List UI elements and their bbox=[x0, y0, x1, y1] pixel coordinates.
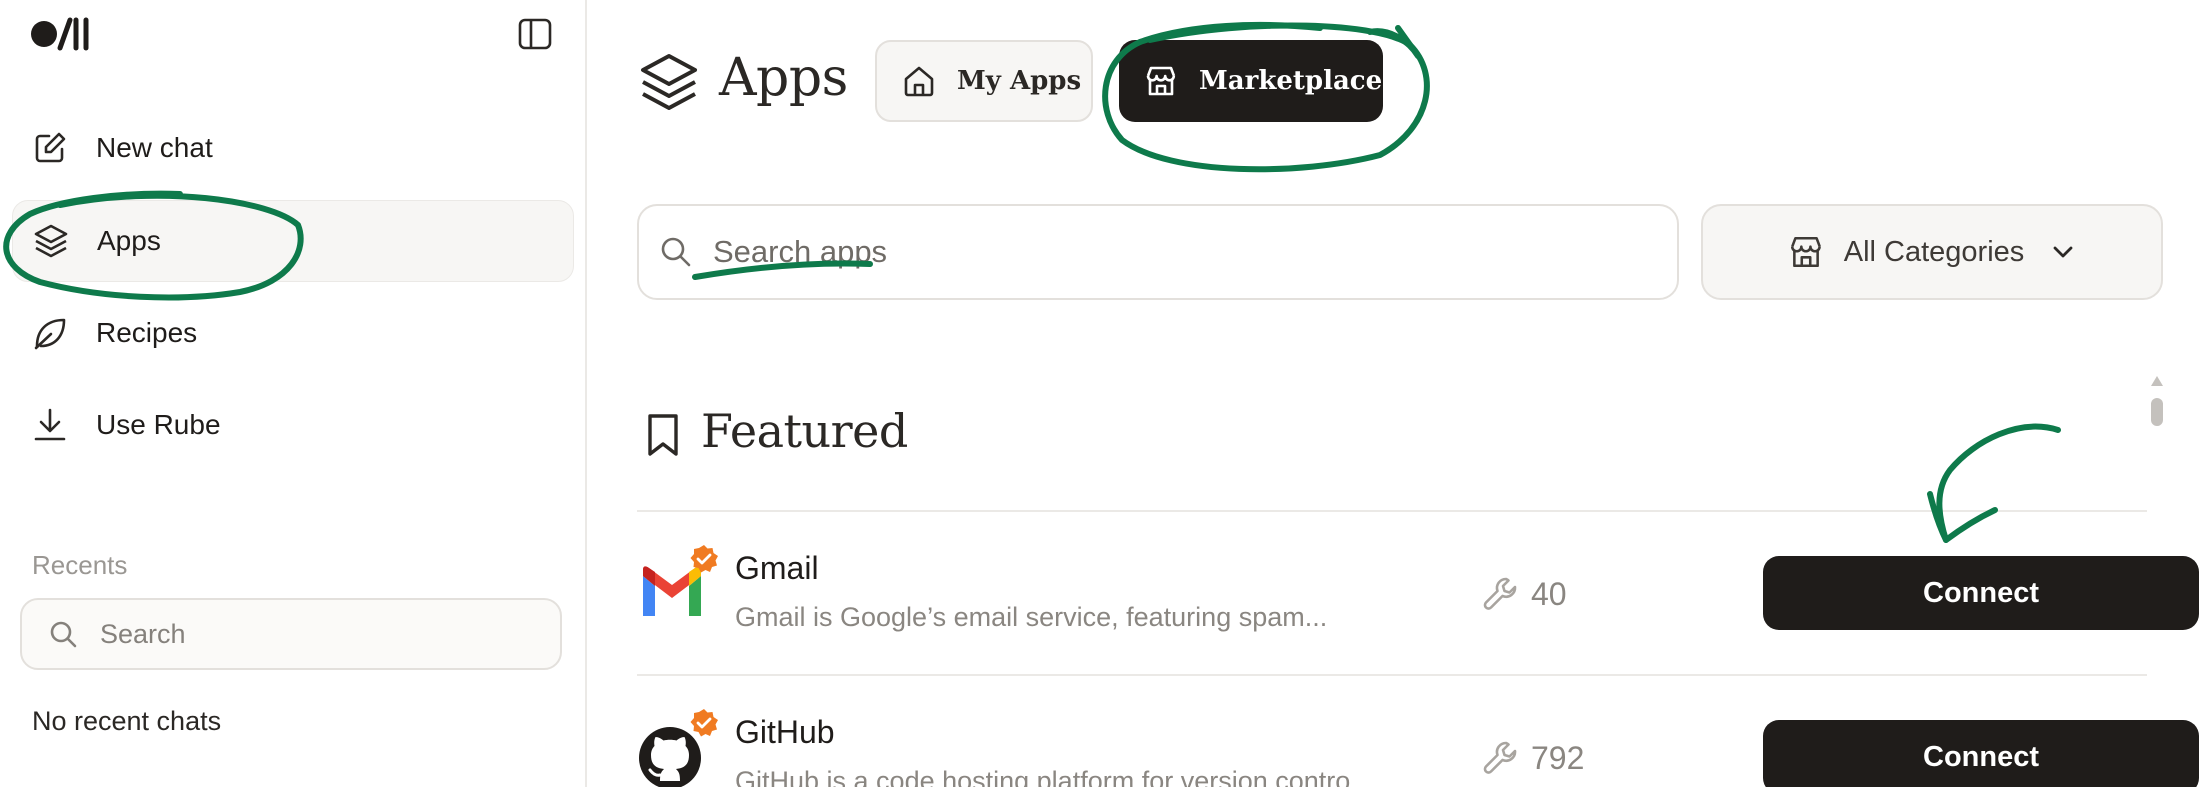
divider bbox=[637, 674, 2147, 676]
app-name: GitHub bbox=[735, 714, 835, 750]
tool-count: 40 bbox=[1481, 574, 1567, 614]
wrench-icon bbox=[1481, 738, 1521, 778]
page-title: Apps bbox=[719, 48, 848, 108]
connect-button[interactable]: Connect bbox=[1763, 556, 2199, 630]
sidebar: New chat Apps Recipes Use Rube Recents S… bbox=[0, 0, 587, 787]
store-icon bbox=[1786, 232, 1826, 272]
layers-icon bbox=[637, 50, 701, 114]
sidebar-item-label: New chat bbox=[96, 132, 213, 163]
app-row-gmail: Gmail Gmail is Google’s email service, f… bbox=[637, 530, 2199, 650]
sidebar-search-input[interactable]: Search bbox=[20, 598, 562, 670]
app-description: Gmail is Google’s email service, featuri… bbox=[735, 602, 1328, 632]
main-content: Apps My Apps Marketplace Search apps All… bbox=[589, 0, 2200, 787]
sidebar-item-label: Recipes bbox=[96, 317, 198, 348]
section-title-featured: Featured bbox=[701, 404, 908, 458]
category-select[interactable]: All Categories bbox=[1701, 204, 2163, 300]
scrollbar-thumb[interactable] bbox=[2151, 398, 2163, 426]
sidebar-item-recipes[interactable]: Recipes bbox=[12, 292, 574, 374]
layers-icon bbox=[31, 221, 71, 261]
search-icon bbox=[46, 617, 80, 651]
sidebar-toggle-icon[interactable] bbox=[515, 14, 555, 54]
tab-marketplace[interactable]: Marketplace bbox=[1119, 40, 1383, 122]
search-icon bbox=[657, 233, 695, 271]
tab-label: Marketplace bbox=[1199, 66, 1383, 96]
verified-badge-icon bbox=[689, 544, 719, 574]
scrollbar[interactable] bbox=[2149, 376, 2165, 448]
home-icon bbox=[901, 63, 937, 99]
divider bbox=[637, 510, 2147, 512]
store-icon bbox=[1143, 63, 1179, 99]
sidebar-item-apps[interactable]: Apps bbox=[12, 200, 574, 282]
tool-count-value: 40 bbox=[1531, 575, 1567, 612]
brand-logo-icon[interactable] bbox=[30, 14, 100, 54]
chevron-down-icon bbox=[2048, 237, 2078, 267]
search-apps-placeholder: Search apps bbox=[713, 234, 888, 269]
bookmark-icon bbox=[643, 412, 683, 458]
empty-state-text: No recent chats bbox=[32, 706, 222, 736]
app-description: GitHub is a code hosting platform for ve… bbox=[735, 766, 1373, 787]
sidebar-search-placeholder: Search bbox=[100, 618, 186, 649]
sidebar-item-use-rube[interactable]: Use Rube bbox=[12, 384, 574, 466]
tool-count: 792 bbox=[1481, 738, 1584, 778]
search-apps-input[interactable]: Search apps bbox=[637, 204, 1679, 300]
verified-badge-icon bbox=[689, 708, 719, 738]
wrench-icon bbox=[1481, 574, 1521, 614]
sidebar-item-label: Apps bbox=[97, 225, 161, 256]
edit-icon bbox=[30, 128, 70, 168]
scroll-up-arrow[interactable] bbox=[2151, 376, 2163, 386]
sidebar-item-new-chat[interactable]: New chat bbox=[12, 107, 574, 189]
tab-label: My Apps bbox=[957, 66, 1082, 96]
sidebar-item-label: Use Rube bbox=[96, 409, 221, 440]
tab-my-apps[interactable]: My Apps bbox=[875, 40, 1093, 122]
category-select-value: All Categories bbox=[1843, 235, 2025, 268]
download-icon bbox=[30, 405, 70, 445]
app-row-github: GitHub GitHub is a code hosting platform… bbox=[637, 694, 2199, 787]
app-name: Gmail bbox=[735, 550, 819, 586]
recents-heading: Recents bbox=[32, 550, 128, 580]
connect-button[interactable]: Connect bbox=[1763, 720, 2199, 787]
leaf-icon bbox=[30, 313, 70, 353]
tool-count-value: 792 bbox=[1531, 739, 1585, 776]
